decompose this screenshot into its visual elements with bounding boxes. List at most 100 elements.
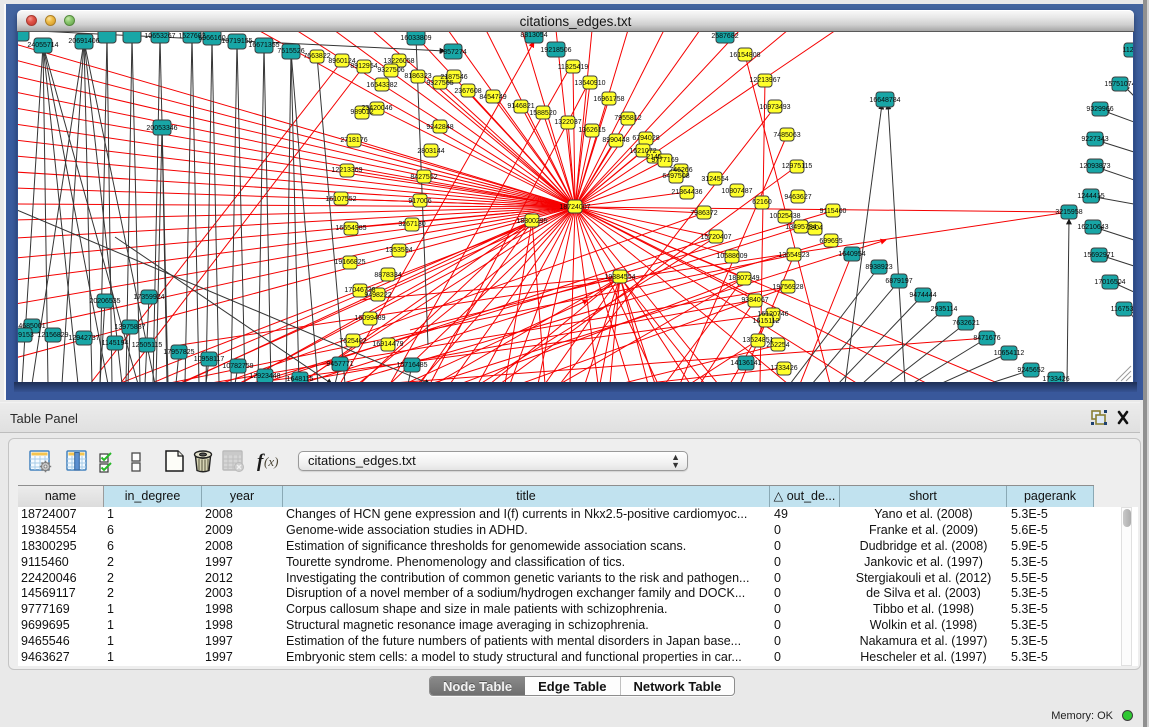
svg-text:2718176: 2718176: [340, 137, 367, 144]
svg-text:10958117: 10958117: [194, 356, 225, 363]
svg-text:3215958: 3215958: [1055, 209, 1082, 216]
svg-text:1362615: 1362615: [578, 127, 605, 134]
svg-text:10973493: 10973493: [759, 104, 790, 111]
svg-text:20691406: 20691406: [68, 38, 99, 45]
svg-text:2935114: 2935114: [931, 306, 958, 313]
svg-text:8454749: 8454749: [479, 94, 506, 101]
svg-text:12213369: 12213369: [331, 167, 362, 174]
svg-text:15720407: 15720407: [700, 234, 731, 241]
svg-text:4685001: 4685001: [18, 323, 45, 330]
svg-text:19166825: 19166825: [334, 259, 365, 266]
svg-text:13654923: 13654923: [778, 252, 809, 259]
svg-text:7485063: 7485063: [773, 132, 800, 139]
svg-text:18807249: 18807249: [728, 275, 759, 282]
svg-text:699695: 699695: [819, 238, 842, 245]
svg-text:15716485: 15716485: [396, 362, 427, 369]
svg-text:18300295: 18300295: [516, 218, 547, 225]
svg-text:17016504: 17016504: [1094, 279, 1125, 286]
svg-text:8938923: 8938923: [865, 264, 892, 271]
svg-text:9327506: 9327506: [377, 67, 404, 74]
svg-text:1353594: 1353594: [385, 247, 412, 254]
svg-text:7857274: 7857274: [439, 49, 466, 56]
svg-text:8912954: 8912954: [350, 63, 377, 70]
svg-text:1322037: 1322037: [554, 119, 581, 126]
svg-text:8813054: 8813054: [520, 32, 547, 39]
svg-text:7663822: 7663822: [303, 53, 330, 60]
svg-text:2587682: 2587682: [711, 33, 738, 40]
svg-text:12942737: 12942737: [68, 335, 99, 342]
svg-text:11212: 11212: [1123, 47, 1133, 54]
svg-text:917006: 917006: [408, 198, 431, 205]
svg-text:8990448: 8990448: [602, 137, 629, 144]
svg-text:12093873: 12093873: [1079, 163, 1110, 170]
svg-text:16210643: 16210643: [1077, 224, 1108, 231]
svg-text:16961758: 16961758: [593, 96, 624, 103]
svg-text:9245652: 9245652: [1017, 367, 1044, 374]
svg-text:11325419: 11325419: [558, 64, 589, 71]
svg-text:1640954: 1640954: [838, 251, 865, 258]
svg-text:16154808: 16154808: [729, 52, 760, 59]
svg-text:13640910: 13640910: [574, 80, 605, 87]
svg-text:62160: 62160: [752, 199, 772, 206]
svg-text:9463627: 9463627: [784, 194, 811, 201]
svg-text:1244415: 1244415: [1077, 193, 1104, 200]
svg-text:16914479: 16914479: [372, 341, 403, 348]
svg-text:9457771: 9457771: [326, 361, 353, 368]
svg-text:16648784: 16648784: [869, 97, 900, 104]
svg-text:13975887: 13975887: [114, 324, 145, 331]
svg-text:16120746: 16120746: [757, 311, 788, 318]
svg-text:8186323: 8186323: [404, 73, 431, 80]
svg-text:18724007: 18724007: [559, 204, 590, 211]
svg-text:3124554: 3124554: [701, 176, 728, 183]
svg-text:9115460: 9115460: [820, 208, 847, 215]
svg-text:16033809: 16033809: [400, 35, 431, 42]
svg-text:9777169: 9777169: [651, 157, 678, 164]
svg-text:16671355: 16671355: [248, 42, 279, 49]
svg-text:9329966: 9329966: [1086, 106, 1113, 113]
svg-text:15692971: 15692971: [1083, 252, 1114, 259]
svg-text:16654985: 16654985: [335, 225, 366, 232]
svg-text:19218506: 19218506: [540, 47, 571, 54]
svg-text:9384067: 9384067: [741, 297, 768, 304]
svg-text:19384554: 19384554: [604, 274, 635, 281]
svg-text:16107552: 16107552: [325, 196, 356, 203]
svg-text:12975115: 12975115: [782, 163, 813, 170]
svg-text:9498222: 9498222: [364, 292, 391, 299]
svg-text:8878334: 8878334: [374, 272, 401, 279]
svg-text:989012: 989012: [350, 109, 373, 116]
svg-text:8427552: 8427552: [410, 174, 437, 181]
svg-text:1167533: 1167533: [1111, 306, 1133, 313]
svg-text:7986372: 7986372: [690, 210, 717, 217]
svg-text:10654112: 10654112: [994, 350, 1025, 357]
svg-text:16099489: 16099489: [354, 315, 385, 322]
svg-text:24055714: 24055714: [27, 42, 58, 49]
svg-text:12213967: 12213967: [749, 77, 780, 84]
svg-text:7625402: 7625402: [339, 338, 366, 345]
svg-text:15751074: 15751074: [1104, 81, 1133, 88]
svg-text:8471676: 8471676: [973, 335, 1000, 342]
svg-text:6879197: 6879197: [885, 278, 912, 285]
svg-text:1615112: 1615112: [753, 318, 780, 325]
svg-text:12156829: 12156829: [37, 332, 68, 339]
svg-text:10653267: 10653267: [144, 33, 175, 40]
svg-text:14136141: 14136141: [730, 360, 761, 367]
svg-text:2367608: 2367608: [454, 88, 481, 95]
svg-text:7515526: 7515526: [277, 48, 304, 55]
svg-text:(x): (x): [264, 454, 278, 469]
svg-text:2804: 2804: [807, 225, 823, 232]
svg-text:17957825: 17957825: [163, 349, 194, 356]
svg-text:252254: 252254: [766, 342, 789, 349]
svg-text:9146821: 9146821: [507, 103, 534, 110]
svg-text:10025438: 10025438: [769, 213, 800, 220]
svg-text:17359924: 17359924: [133, 294, 164, 301]
svg-text:16543382: 16543382: [366, 82, 397, 89]
svg-text:1145194: 1145194: [102, 340, 129, 347]
svg-text:21364436: 21364436: [671, 189, 702, 196]
svg-text:6794028: 6794028: [632, 135, 659, 142]
svg-text:13226058: 13226058: [383, 58, 414, 65]
svg-text:6497508: 6497508: [662, 173, 689, 180]
svg-text:2803144: 2803144: [417, 148, 444, 155]
svg-text:9327505: 9327505: [426, 80, 453, 87]
svg-text:20206535: 20206535: [89, 298, 120, 305]
svg-text:1588520: 1588520: [529, 110, 556, 117]
